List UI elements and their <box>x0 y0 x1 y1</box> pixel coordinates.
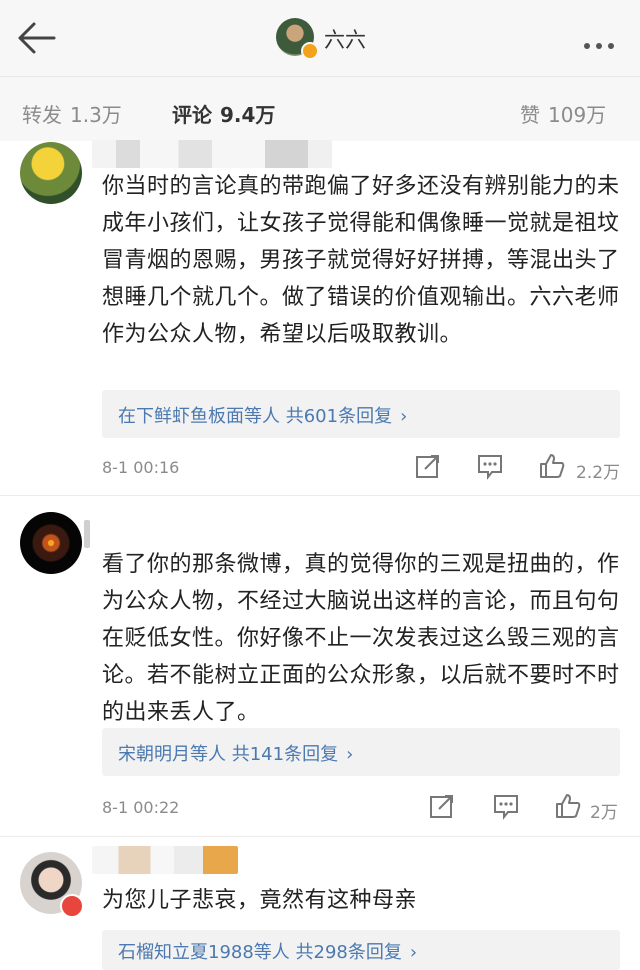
repost-icon[interactable] <box>414 452 442 480</box>
chevron-right-icon: › <box>409 942 418 963</box>
commenter-avatar[interactable] <box>20 142 82 204</box>
comment-text: 你当时的言论真的带跑偏了好多还没有辨别能力的未成年小孩们，让女孩子觉得能和偶像睡… <box>102 174 620 347</box>
tab-comments[interactable]: 评论 9.4万 <box>172 99 275 128</box>
reply-summary-text: 宋朝明月等人 共141条回复 › <box>118 740 353 766</box>
tab-comments-label: 评论 <box>172 103 212 127</box>
tab-comments-count: 9.4万 <box>220 103 276 127</box>
divider <box>0 495 640 496</box>
like-thumb-icon[interactable] <box>538 452 566 480</box>
comment-text: 为您儿子悲哀，竟然有这种母亲 <box>102 888 418 913</box>
more-dots-icon[interactable] <box>584 34 624 49</box>
tab-bar: 转发 1.3万 评论 9.4万 赞 109万 <box>0 76 640 141</box>
comment-icon[interactable] <box>476 452 504 480</box>
comment-time: 8-1 00:16 <box>102 458 180 477</box>
comment-time: 8-1 00:22 <box>102 798 180 817</box>
tab-likes-label: 赞 <box>520 103 540 127</box>
verified-badge-icon <box>301 42 319 60</box>
reply-summary-text: 石榴知立夏1988等人 共298条回复 › <box>118 938 417 964</box>
divider <box>0 836 640 837</box>
reply-summary[interactable]: 在下鲜虾鱼板面等人 共601条回复 › <box>102 390 620 438</box>
like-count: 2.2万 <box>576 463 621 483</box>
tab-repost-label: 转发 <box>22 103 62 127</box>
tab-likes[interactable]: 赞 109万 <box>520 99 606 128</box>
commenter-name-blurred[interactable] <box>92 846 238 874</box>
chevron-right-icon: › <box>400 406 408 427</box>
top-bar: 六六 <box>0 0 640 76</box>
commenter-name-blurred[interactable] <box>92 140 332 168</box>
reply-summary-label: 石榴知立夏1988等人 共298条回复 <box>118 942 402 963</box>
reply-summary[interactable]: 宋朝明月等人 共141条回复 › <box>102 728 620 776</box>
tab-likes-count: 109万 <box>548 103 607 127</box>
arrow-left-icon[interactable] <box>14 20 58 56</box>
vip-badge-icon <box>60 894 84 918</box>
commenter-name-blurred[interactable] <box>84 520 90 548</box>
reply-summary-label: 在下鲜虾鱼板面等人 共601条回复 <box>118 406 393 427</box>
reply-summary-text: 在下鲜虾鱼板面等人 共601条回复 › <box>118 402 407 428</box>
like-thumb-icon[interactable] <box>554 792 582 820</box>
reply-summary-label: 宋朝明月等人 共141条回复 <box>118 744 339 765</box>
author-name[interactable]: 六六 <box>324 24 366 54</box>
comment-icon[interactable] <box>492 792 520 820</box>
repost-icon[interactable] <box>428 792 456 820</box>
commenter-avatar[interactable] <box>20 512 82 574</box>
tab-repost-count: 1.3万 <box>70 103 122 127</box>
tab-repost[interactable]: 转发 1.3万 <box>22 99 122 128</box>
like-count: 2万 <box>590 803 618 823</box>
comment-text: 看了你的那条微博，真的觉得你的三观是扭曲的，作为公众人物，不经过大脑说出这样的言… <box>102 552 620 725</box>
reply-summary[interactable]: 石榴知立夏1988等人 共298条回复 › <box>102 930 620 970</box>
chevron-right-icon: › <box>346 744 354 765</box>
